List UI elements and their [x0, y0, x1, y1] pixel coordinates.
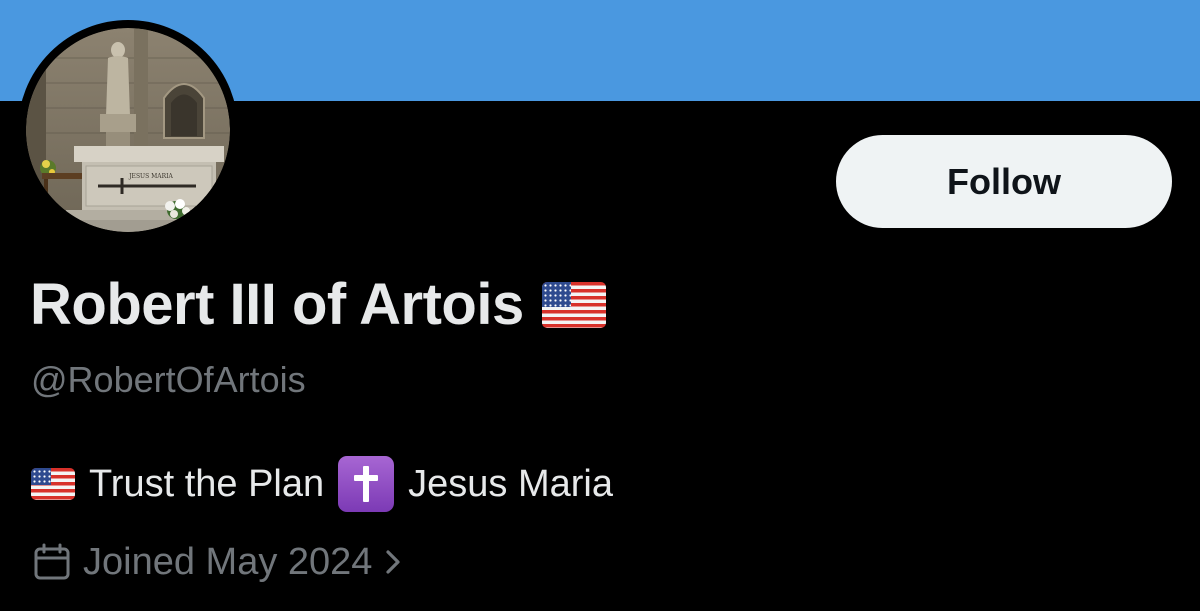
- joined-date-link[interactable]: Joined May 2024: [31, 534, 404, 590]
- bio-text-2: Jesus Maria: [408, 462, 613, 505]
- latin-cross-emoji-icon: [338, 456, 395, 512]
- profile-page: JESUS MARIA Follow Robert III of Artois: [0, 0, 1200, 611]
- avatar-photo: JESUS MARIA: [26, 28, 230, 232]
- name-row: Robert III of Artois: [30, 270, 606, 340]
- joined-date-text: Joined May 2024: [83, 540, 373, 583]
- us-flag-icon: [31, 468, 75, 500]
- bio-text-1: Trust the Plan: [89, 462, 325, 505]
- follow-button[interactable]: Follow: [836, 135, 1172, 228]
- profile-handle: @RobertOfArtois: [31, 359, 306, 400]
- profile-bio: Trust the Plan Jesus Maria: [31, 454, 613, 514]
- avatar-carved-text: JESUS MARIA: [128, 173, 173, 180]
- display-name: Robert III of Artois: [30, 272, 524, 337]
- chevron-right-icon: [382, 547, 404, 577]
- profile-avatar[interactable]: JESUS MARIA: [18, 20, 238, 240]
- us-flag-icon: [541, 282, 606, 328]
- calendar-icon: [31, 541, 73, 583]
